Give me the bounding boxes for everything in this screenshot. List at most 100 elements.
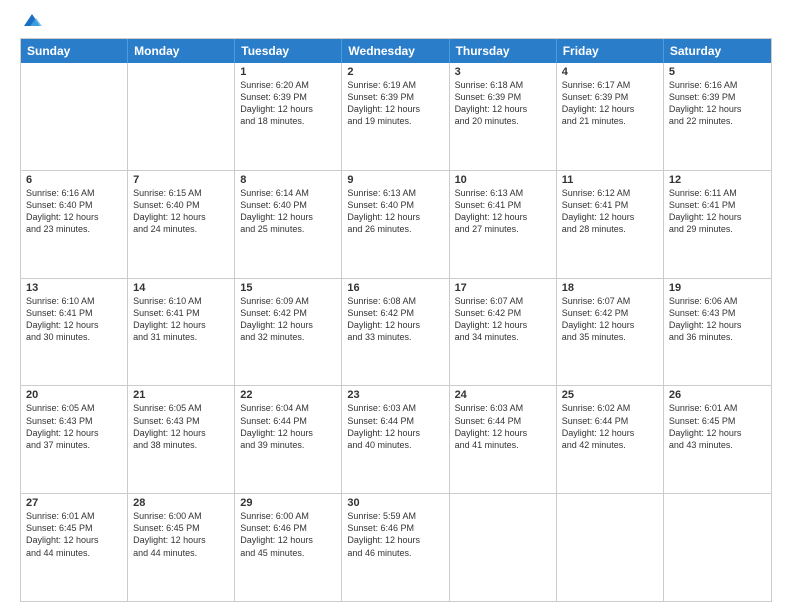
- day-number: 20: [26, 389, 122, 401]
- day-number: 27: [26, 497, 122, 509]
- day-number: 13: [26, 282, 122, 294]
- calendar-cell-16: 16Sunrise: 6:08 AM Sunset: 6:42 PM Dayli…: [342, 279, 449, 386]
- cell-daylight-info: Sunrise: 6:08 AM Sunset: 6:42 PM Dayligh…: [347, 295, 443, 344]
- day-number: 10: [455, 174, 551, 186]
- day-header-friday: Friday: [557, 39, 664, 63]
- day-number: 25: [562, 389, 658, 401]
- calendar-cell-20: 20Sunrise: 6:05 AM Sunset: 6:43 PM Dayli…: [21, 386, 128, 493]
- day-number: 5: [669, 66, 766, 78]
- day-number: 15: [240, 282, 336, 294]
- cell-daylight-info: Sunrise: 6:05 AM Sunset: 6:43 PM Dayligh…: [133, 402, 229, 451]
- day-number: 22: [240, 389, 336, 401]
- day-number: 23: [347, 389, 443, 401]
- cell-daylight-info: Sunrise: 6:03 AM Sunset: 6:44 PM Dayligh…: [347, 402, 443, 451]
- day-number: 2: [347, 66, 443, 78]
- cell-daylight-info: Sunrise: 6:05 AM Sunset: 6:43 PM Dayligh…: [26, 402, 122, 451]
- calendar-cell-22: 22Sunrise: 6:04 AM Sunset: 6:44 PM Dayli…: [235, 386, 342, 493]
- day-number: 28: [133, 497, 229, 509]
- logo-text: [20, 18, 42, 30]
- calendar-cell-empty: [450, 494, 557, 601]
- day-number: 29: [240, 497, 336, 509]
- day-number: 3: [455, 66, 551, 78]
- day-header-wednesday: Wednesday: [342, 39, 449, 63]
- calendar-cell-empty: [557, 494, 664, 601]
- calendar-cell-empty: [21, 63, 128, 170]
- day-header-saturday: Saturday: [664, 39, 771, 63]
- day-number: 6: [26, 174, 122, 186]
- calendar-cell-12: 12Sunrise: 6:11 AM Sunset: 6:41 PM Dayli…: [664, 171, 771, 278]
- cell-daylight-info: Sunrise: 6:16 AM Sunset: 6:39 PM Dayligh…: [669, 79, 766, 128]
- cell-daylight-info: Sunrise: 6:13 AM Sunset: 6:40 PM Dayligh…: [347, 187, 443, 236]
- calendar-cell-27: 27Sunrise: 6:01 AM Sunset: 6:45 PM Dayli…: [21, 494, 128, 601]
- calendar-cell-17: 17Sunrise: 6:07 AM Sunset: 6:42 PM Dayli…: [450, 279, 557, 386]
- cell-daylight-info: Sunrise: 6:09 AM Sunset: 6:42 PM Dayligh…: [240, 295, 336, 344]
- day-number: 12: [669, 174, 766, 186]
- calendar-cell-26: 26Sunrise: 6:01 AM Sunset: 6:45 PM Dayli…: [664, 386, 771, 493]
- cell-daylight-info: Sunrise: 5:59 AM Sunset: 6:46 PM Dayligh…: [347, 510, 443, 559]
- calendar-cell-14: 14Sunrise: 6:10 AM Sunset: 6:41 PM Dayli…: [128, 279, 235, 386]
- calendar-cell-1: 1Sunrise: 6:20 AM Sunset: 6:39 PM Daylig…: [235, 63, 342, 170]
- cell-daylight-info: Sunrise: 6:00 AM Sunset: 6:45 PM Dayligh…: [133, 510, 229, 559]
- logo: [20, 18, 42, 30]
- calendar-cell-empty: [664, 494, 771, 601]
- calendar-header: SundayMondayTuesdayWednesdayThursdayFrid…: [21, 39, 771, 63]
- day-number: 18: [562, 282, 658, 294]
- day-number: 17: [455, 282, 551, 294]
- cell-daylight-info: Sunrise: 6:18 AM Sunset: 6:39 PM Dayligh…: [455, 79, 551, 128]
- day-header-sunday: Sunday: [21, 39, 128, 63]
- cell-daylight-info: Sunrise: 6:12 AM Sunset: 6:41 PM Dayligh…: [562, 187, 658, 236]
- day-header-monday: Monday: [128, 39, 235, 63]
- calendar-cell-28: 28Sunrise: 6:00 AM Sunset: 6:45 PM Dayli…: [128, 494, 235, 601]
- cell-daylight-info: Sunrise: 6:04 AM Sunset: 6:44 PM Dayligh…: [240, 402, 336, 451]
- day-number: 8: [240, 174, 336, 186]
- calendar-cell-3: 3Sunrise: 6:18 AM Sunset: 6:39 PM Daylig…: [450, 63, 557, 170]
- day-number: 9: [347, 174, 443, 186]
- calendar-cell-4: 4Sunrise: 6:17 AM Sunset: 6:39 PM Daylig…: [557, 63, 664, 170]
- page: SundayMondayTuesdayWednesdayThursdayFrid…: [0, 0, 792, 612]
- day-number: 24: [455, 389, 551, 401]
- cell-daylight-info: Sunrise: 6:11 AM Sunset: 6:41 PM Dayligh…: [669, 187, 766, 236]
- calendar-cell-6: 6Sunrise: 6:16 AM Sunset: 6:40 PM Daylig…: [21, 171, 128, 278]
- cell-daylight-info: Sunrise: 6:13 AM Sunset: 6:41 PM Dayligh…: [455, 187, 551, 236]
- cell-daylight-info: Sunrise: 6:20 AM Sunset: 6:39 PM Dayligh…: [240, 79, 336, 128]
- calendar-row-3: 13 Sunrise: 6:10 AM Sunset: 6:41 PM Dayli…: [21, 278, 771, 386]
- day-header-thursday: Thursday: [450, 39, 557, 63]
- logo-icon: [22, 10, 42, 30]
- calendar-row-5: 27Sunrise: 6:01 AM Sunset: 6:45 PM Dayli…: [21, 493, 771, 601]
- day-number: 16: [347, 282, 443, 294]
- calendar-cell-7: 7Sunrise: 6:15 AM Sunset: 6:40 PM Daylig…: [128, 171, 235, 278]
- cell-daylight-info: Sunrise: 6:03 AM Sunset: 6:44 PM Dayligh…: [455, 402, 551, 451]
- day-number: 21: [133, 389, 229, 401]
- calendar-cell-23: 23Sunrise: 6:03 AM Sunset: 6:44 PM Dayli…: [342, 386, 449, 493]
- cell-daylight-info: Sunrise: 6:17 AM Sunset: 6:39 PM Dayligh…: [562, 79, 658, 128]
- calendar-cell-25: 25Sunrise: 6:02 AM Sunset: 6:44 PM Dayli…: [557, 386, 664, 493]
- cell-daylight-info: Sunrise: 6:15 AM Sunset: 6:40 PM Dayligh…: [133, 187, 229, 236]
- calendar-cell-15: 15Sunrise: 6:09 AM Sunset: 6:42 PM Dayli…: [235, 279, 342, 386]
- day-number: 4: [562, 66, 658, 78]
- day-number: 1: [240, 66, 336, 78]
- calendar-cell-8: 8Sunrise: 6:14 AM Sunset: 6:40 PM Daylig…: [235, 171, 342, 278]
- calendar-row-2: 6Sunrise: 6:16 AM Sunset: 6:40 PM Daylig…: [21, 170, 771, 278]
- calendar-cell-10: 10Sunrise: 6:13 AM Sunset: 6:41 PM Dayli…: [450, 171, 557, 278]
- calendar-cell-24: 24Sunrise: 6:03 AM Sunset: 6:44 PM Dayli…: [450, 386, 557, 493]
- cell-daylight-info: Sunrise: 6:06 AM Sunset: 6:43 PM Dayligh…: [669, 295, 766, 344]
- day-number: 11: [562, 174, 658, 186]
- calendar-row-1: 1Sunrise: 6:20 AM Sunset: 6:39 PM Daylig…: [21, 63, 771, 170]
- cell-daylight-info: Sunrise: 6:07 AM Sunset: 6:42 PM Dayligh…: [455, 295, 551, 344]
- calendar-row-4: 20Sunrise: 6:05 AM Sunset: 6:43 PM Dayli…: [21, 385, 771, 493]
- day-number: 26: [669, 389, 766, 401]
- cell-daylight-info: Sunrise: 6:01 AM Sunset: 6:45 PM Dayligh…: [26, 510, 122, 559]
- calendar-cell-19: 19Sunrise: 6:06 AM Sunset: 6:43 PM Dayli…: [664, 279, 771, 386]
- cell-daylight-info: Sunrise: 6:10 AM Sunset: 6:41 PM Dayligh…: [133, 295, 229, 344]
- calendar-cell-30: 30Sunrise: 5:59 AM Sunset: 6:46 PM Dayli…: [342, 494, 449, 601]
- calendar-cell-29: 29Sunrise: 6:00 AM Sunset: 6:46 PM Dayli…: [235, 494, 342, 601]
- calendar-cell-5: 5Sunrise: 6:16 AM Sunset: 6:39 PM Daylig…: [664, 63, 771, 170]
- day-number: 14: [133, 282, 229, 294]
- calendar-cell-9: 9Sunrise: 6:13 AM Sunset: 6:40 PM Daylig…: [342, 171, 449, 278]
- calendar-cell-2: 2Sunrise: 6:19 AM Sunset: 6:39 PM Daylig…: [342, 63, 449, 170]
- day-number: 7: [133, 174, 229, 186]
- day-header-tuesday: Tuesday: [235, 39, 342, 63]
- calendar-cell-21: 21Sunrise: 6:05 AM Sunset: 6:43 PM Dayli…: [128, 386, 235, 493]
- calendar-body: 1Sunrise: 6:20 AM Sunset: 6:39 PM Daylig…: [21, 63, 771, 601]
- header: [20, 18, 772, 30]
